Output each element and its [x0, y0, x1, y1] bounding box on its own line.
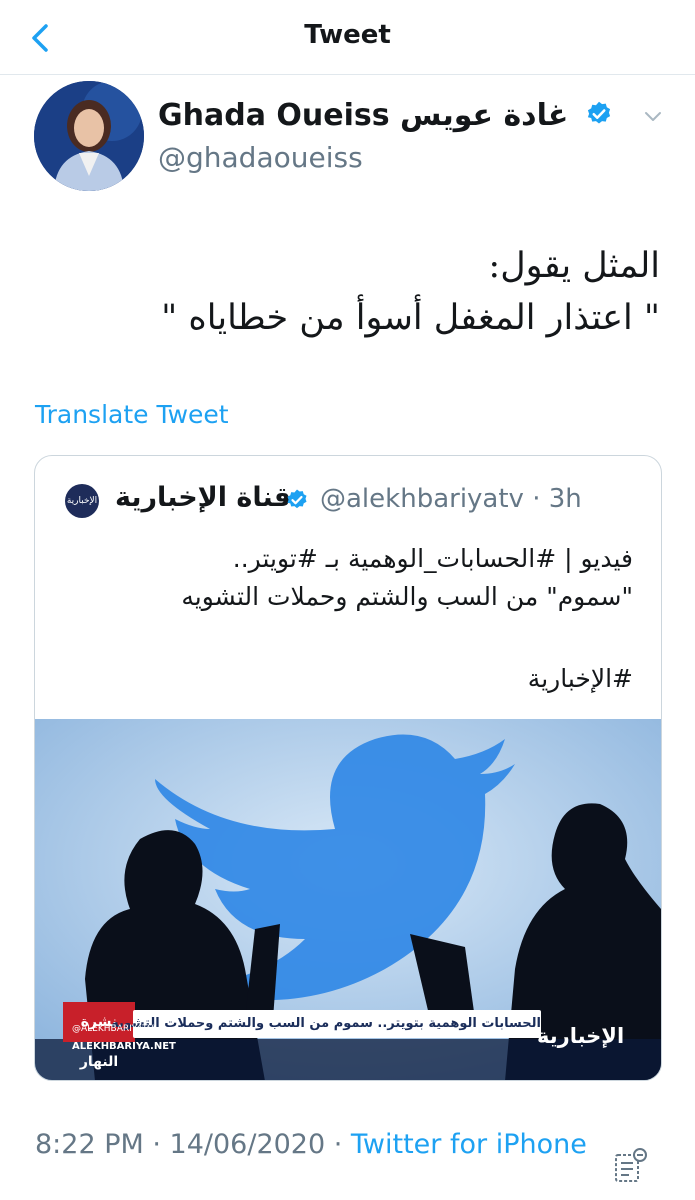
verified-badge-icon [287, 489, 307, 509]
quoted-hashtag: #الإخبارية [527, 664, 633, 693]
tweet-line: " اعتذار المغفل أسوأ من خطاياه " [161, 298, 660, 338]
tweet-meta: 8:22 PM · 14/06/2020 · Twitter for iPhon… [35, 1123, 615, 1166]
verified-badge-icon [587, 101, 610, 123]
quoted-avatar: الإخبارية [65, 484, 99, 518]
nav-bar: Tweet [0, 0, 695, 75]
site-handle: @ALEKHBARIYATV [72, 1024, 154, 1034]
quoted-tweet[interactable]: الإخبارية قناة الإخبارية @alekhbariyatv … [34, 455, 662, 1081]
quoted-handle-time: @alekhbariyatv · 3h [320, 484, 582, 514]
quoted-line: فيديو | #الحسابات_الوهمية بـ #تويتر.. [232, 544, 633, 573]
quoted-header: الإخبارية قناة الإخبارية @alekhbariyatv … [35, 482, 661, 522]
quoted-name: قناة الإخبارية [115, 482, 292, 513]
tweet-line: المثل يقول: [488, 246, 660, 286]
quoted-media[interactable]: نشرة النهار الحسابات الوهمية بتويتر.. سم… [35, 719, 661, 1080]
tweet-activity-icon[interactable] [612, 1145, 650, 1185]
translate-link[interactable]: Translate Tweet [35, 400, 229, 429]
source-link[interactable]: Twitter for iPhone [351, 1129, 587, 1160]
timestamp: 8:22 PM · 14/06/2020 · [35, 1129, 351, 1160]
quoted-text: فيديو | #الحسابات_الوهمية بـ #تويتر.. "س… [53, 540, 633, 616]
quoted-line: "سموم" من السب والشتم وحملات التشويه [181, 582, 633, 611]
news-ticker: الحسابات الوهمية بتويتر.. سموم من السب و… [111, 1010, 541, 1038]
tweet-text: المثل يقول: " اعتذار المغفل أسوأ من خطاي… [40, 240, 660, 344]
page-title: Tweet [304, 20, 391, 50]
site-url: ALEKHBARIYA.NET [72, 1041, 176, 1052]
chevron-down-icon[interactable] [643, 110, 663, 124]
author-handle[interactable]: @ghadaoueiss [158, 141, 363, 174]
avatar[interactable] [34, 81, 144, 191]
channel-logo: الإخبارية [537, 1024, 625, 1048]
author-name[interactable]: Ghada Oueiss غادة عويس [158, 98, 613, 133]
